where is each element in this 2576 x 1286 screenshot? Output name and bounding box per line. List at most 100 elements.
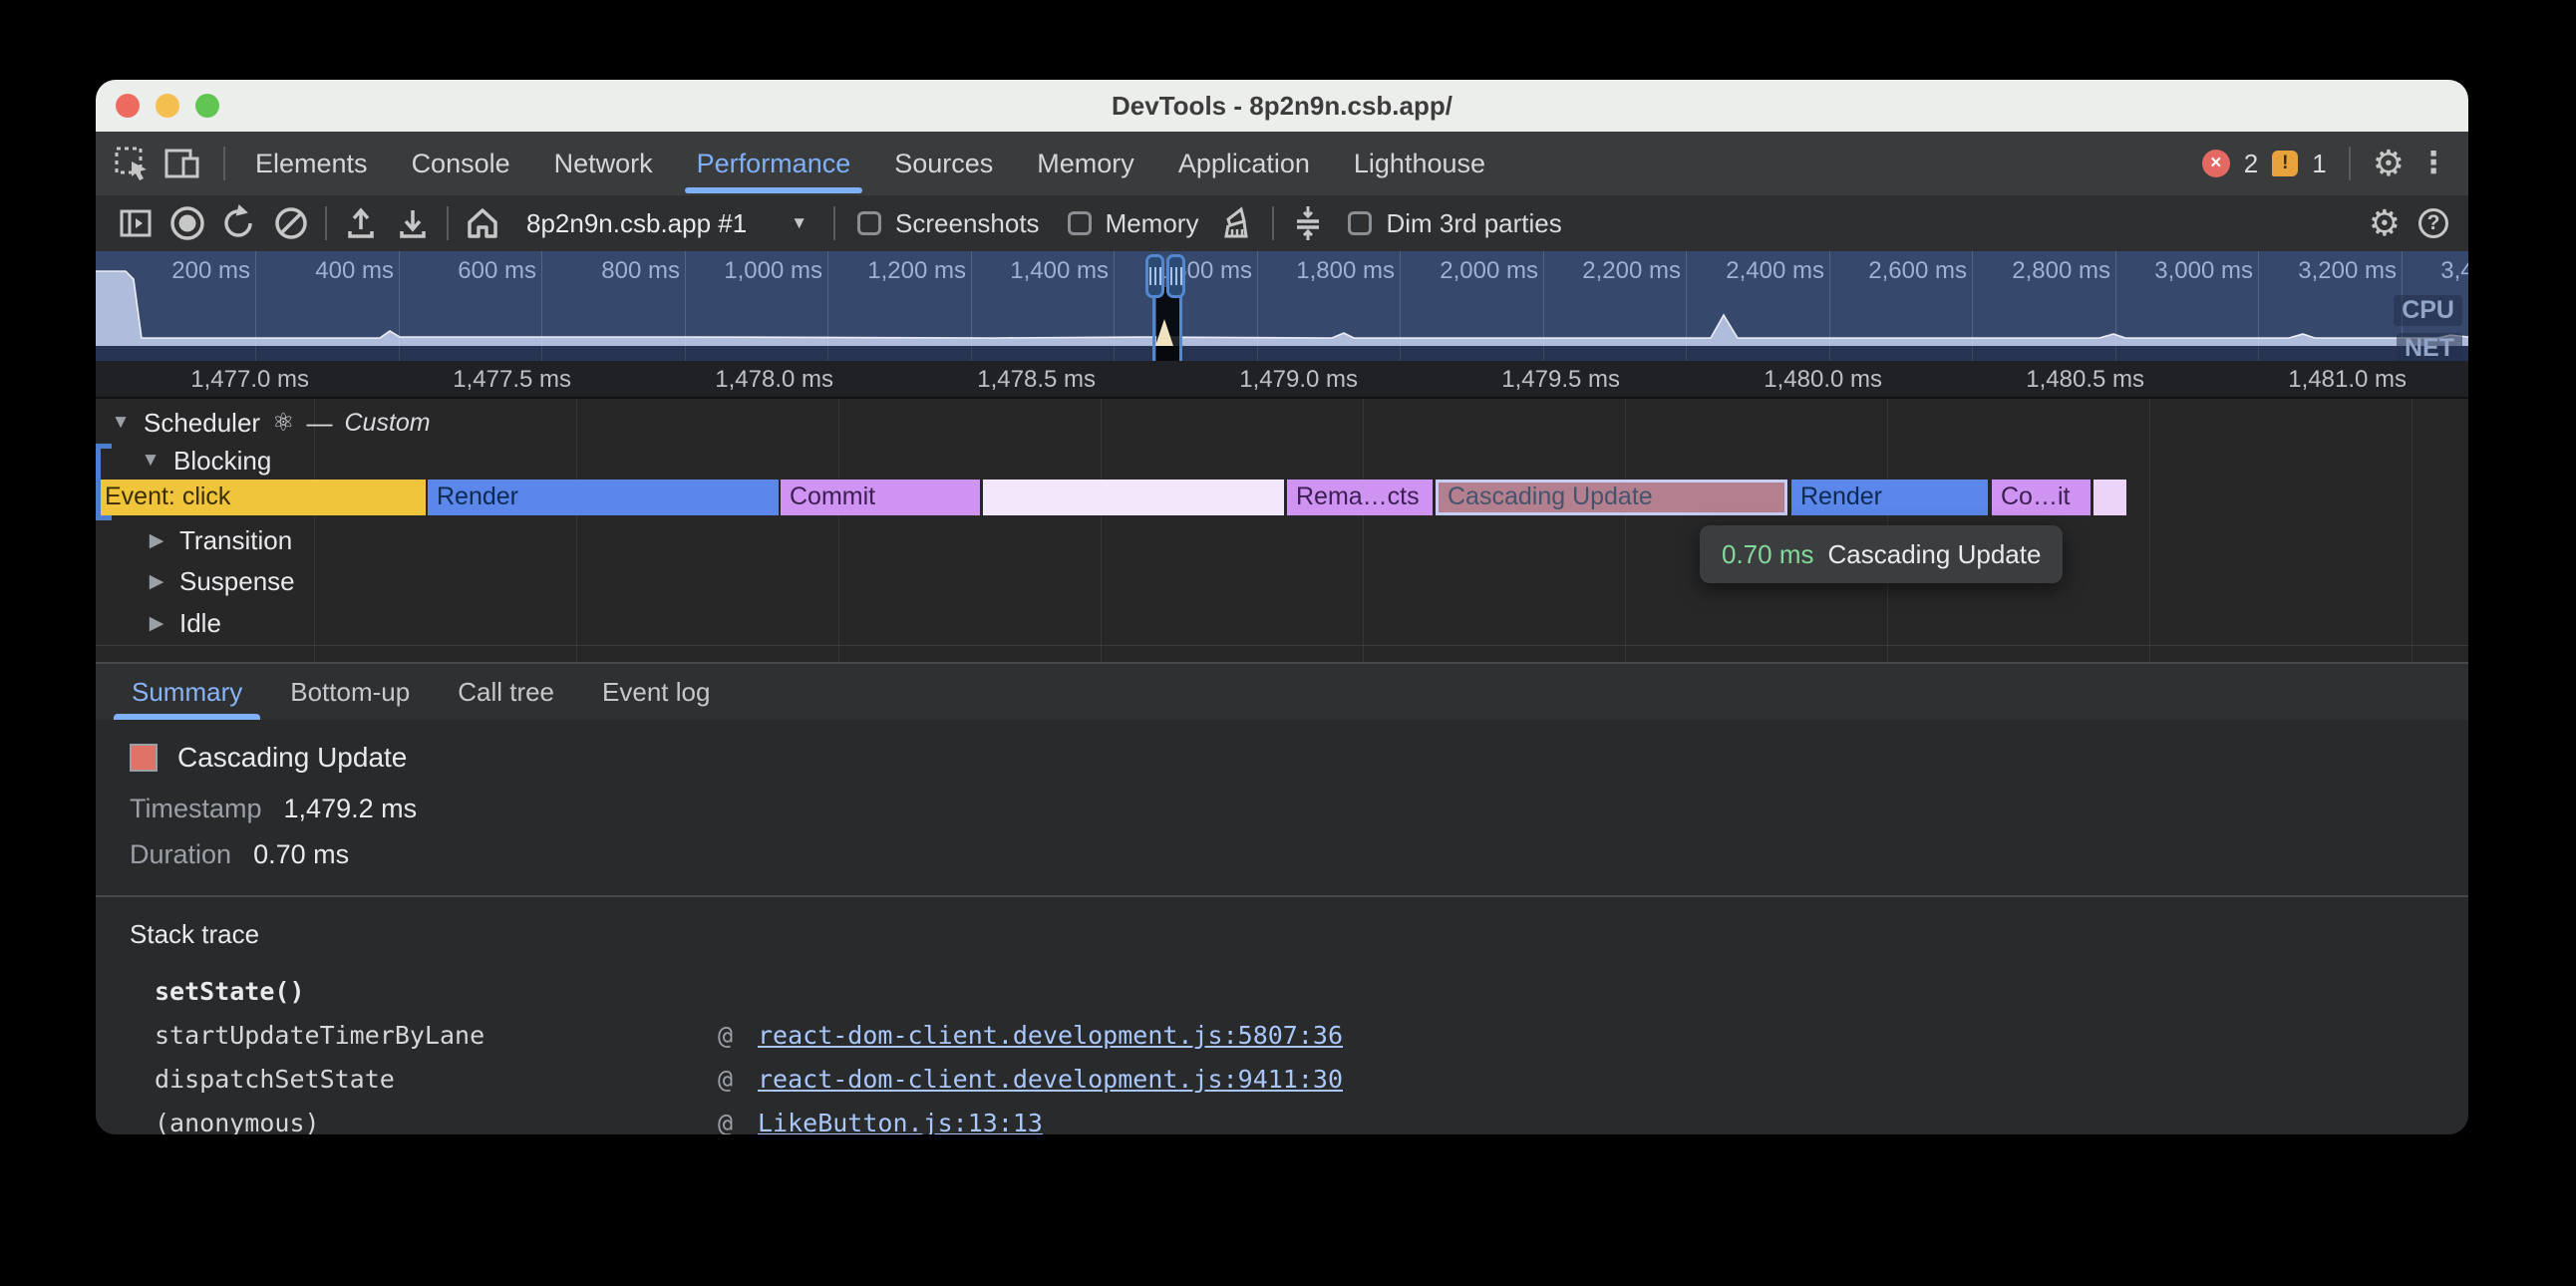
stack-frame-row: setState() (155, 969, 2448, 1013)
caret-icon: ▼ (140, 450, 161, 472)
settings-gear-icon[interactable]: ⚙ (2373, 146, 2405, 181)
lane-label: Blocking (173, 446, 271, 477)
selection-left-edge[interactable] (1152, 295, 1155, 361)
record-and-reload-button[interactable] (213, 201, 265, 245)
lane-label: Transition (179, 525, 292, 556)
flame-event[interactable]: Rema…cts (1287, 480, 1433, 515)
scheduler-suffix: Custom (345, 409, 431, 438)
cpu-track-label: CPU (2394, 295, 2462, 326)
record-button[interactable] (161, 201, 213, 245)
download-profile-icon[interactable] (387, 201, 439, 245)
lane-label: Suspense (179, 566, 295, 597)
capture-settings-gear-icon[interactable]: ⚙ (2369, 205, 2401, 241)
react-atom-icon: ⚛ (272, 408, 294, 438)
divider (325, 206, 327, 240)
frame-function: startUpdateTimerByLane (155, 1021, 718, 1050)
titlebar: DevTools - 8p2n9n.csb.app/ (96, 80, 2468, 132)
divider (2349, 147, 2351, 180)
checkbox-icon (1348, 211, 1372, 235)
panel-tabs: ElementsConsoleNetworkPerformanceSources… (233, 132, 1507, 195)
upload-profile-icon[interactable] (335, 201, 387, 245)
target-label: 8p2n9n.csb.app #1 (526, 208, 747, 239)
stack-trace-panel: Stack trace setState() startUpdateTimerB… (96, 897, 2468, 1134)
frame-source-link[interactable]: react-dom-client.development.js:9411:30 (758, 1065, 1343, 1094)
frame-source-link[interactable]: react-dom-client.development.js:5807:36 (758, 1021, 1343, 1050)
more-options-icon[interactable]: ⋮ (2418, 149, 2448, 178)
flame-chart[interactable]: ▼ Scheduler ⚛ — Custom ▼ Blocking ▶ Tran… (96, 399, 2468, 662)
panel-tab[interactable]: Lighthouse (1332, 132, 1507, 195)
divider (1272, 206, 1274, 240)
flame-event[interactable]: Event: click (96, 480, 426, 515)
inspect-element-icon[interactable] (114, 146, 150, 181)
lane-row[interactable]: ▶ Transition (146, 520, 292, 560)
detail-time-ruler: 1,477.0 ms1,477.5 ms1,478.0 ms1,478.5 ms… (96, 361, 2468, 399)
chevron-down-icon: ▼ (791, 213, 807, 233)
memory-checkbox[interactable]: Memory (1054, 208, 1213, 239)
flame-event[interactable]: Commit (781, 480, 980, 515)
divider (223, 147, 225, 180)
panel-tab[interactable]: Application (1156, 132, 1332, 195)
warning-count[interactable]: 1 (2312, 149, 2326, 179)
details-tab[interactable]: Event log (578, 664, 734, 720)
device-toolbar-icon[interactable] (163, 146, 201, 181)
frame-function: dispatchSetState (155, 1065, 718, 1094)
error-count[interactable]: 2 (2244, 149, 2258, 179)
collapse-tracks-icon[interactable] (1282, 201, 1334, 245)
event-tooltip: 0.70 ms Cascading Update (1700, 525, 2063, 583)
warning-badge-icon[interactable]: ! (2272, 151, 2298, 176)
scheduler-track-header[interactable]: ▼ Scheduler ⚛ — Custom (110, 403, 431, 443)
checkbox-icon (1068, 211, 1092, 235)
panel-tab[interactable]: Console (390, 132, 532, 195)
toggle-sidebar-icon[interactable] (110, 201, 161, 245)
panel-tab[interactable]: Performance (675, 132, 873, 195)
flame-event[interactable]: Render (428, 480, 779, 515)
details-tab[interactable]: Summary (108, 664, 266, 720)
dim-third-parties-checkbox[interactable]: Dim 3rd parties (1334, 208, 1575, 239)
help-icon[interactable]: ? (2418, 208, 2448, 238)
panel-tab[interactable]: Memory (1015, 132, 1156, 195)
screenshots-label: Screenshots (895, 208, 1040, 239)
track-bottom-line (96, 645, 2468, 646)
stack-frames: setState() startUpdateTimerByLane @ reac… (155, 969, 2448, 1134)
stack-frame-row: dispatchSetState @ react-dom-client.deve… (155, 1057, 2448, 1101)
garbage-collect-icon[interactable] (1212, 201, 1264, 245)
selection-left-handle[interactable] (1145, 254, 1164, 298)
panel-tab[interactable]: Elements (233, 132, 390, 195)
flame-event[interactable] (2093, 480, 2126, 515)
stack-frame-row: (anonymous) @ LikeButton.js:13:13 (155, 1101, 2448, 1134)
selection-cpu-spike (1155, 319, 1173, 346)
lane-row[interactable]: ▼ Blocking (140, 441, 271, 481)
timeline-overview[interactable]: 200 ms400 ms600 ms800 ms1,000 ms1,200 ms… (96, 251, 2468, 361)
caret-icon: ▶ (146, 570, 167, 593)
network-track-band (96, 346, 2468, 361)
frame-source-link[interactable]: LikeButton.js:13:13 (758, 1109, 1043, 1135)
details-tab[interactable]: Bottom-up (266, 664, 434, 720)
flame-event[interactable] (983, 480, 1284, 515)
frame-function: (anonymous) (155, 1109, 718, 1135)
flame-event[interactable]: Cascading Update (1436, 480, 1787, 515)
scheduler-label: Scheduler (144, 408, 260, 439)
clear-button[interactable] (265, 201, 317, 245)
flame-event[interactable]: Render (1791, 480, 1988, 515)
dash-separator: — (307, 408, 333, 439)
panel-tab[interactable]: Sources (872, 132, 1015, 195)
flame-event[interactable]: Co…it (1992, 480, 2091, 515)
target-selector-dropdown[interactable]: 8p2n9n.csb.app #1 ▼ (508, 208, 825, 239)
net-track-label: NET (2397, 333, 2462, 361)
panel-tab[interactable]: Network (532, 132, 675, 195)
error-badge-icon[interactable]: × (2202, 150, 2230, 177)
selection-right-handle[interactable] (1166, 254, 1185, 298)
home-icon[interactable] (457, 201, 508, 245)
frame-function: setState() (155, 977, 718, 1006)
divider (833, 206, 835, 240)
checkbox-icon (857, 211, 881, 235)
selection-right-edge[interactable] (1179, 295, 1182, 361)
dim-third-parties-label: Dim 3rd parties (1386, 208, 1561, 239)
details-tab[interactable]: Call tree (434, 664, 578, 720)
tooltip-duration: 0.70 ms (1722, 539, 1814, 570)
frame-at: @ (718, 1065, 758, 1094)
screenshots-checkbox[interactable]: Screenshots (843, 208, 1054, 239)
main-tabbar: ElementsConsoleNetworkPerformanceSources… (96, 132, 2468, 195)
lane-row[interactable]: ▶ Suspense (146, 561, 295, 601)
lane-row[interactable]: ▶ Idle (146, 603, 221, 643)
